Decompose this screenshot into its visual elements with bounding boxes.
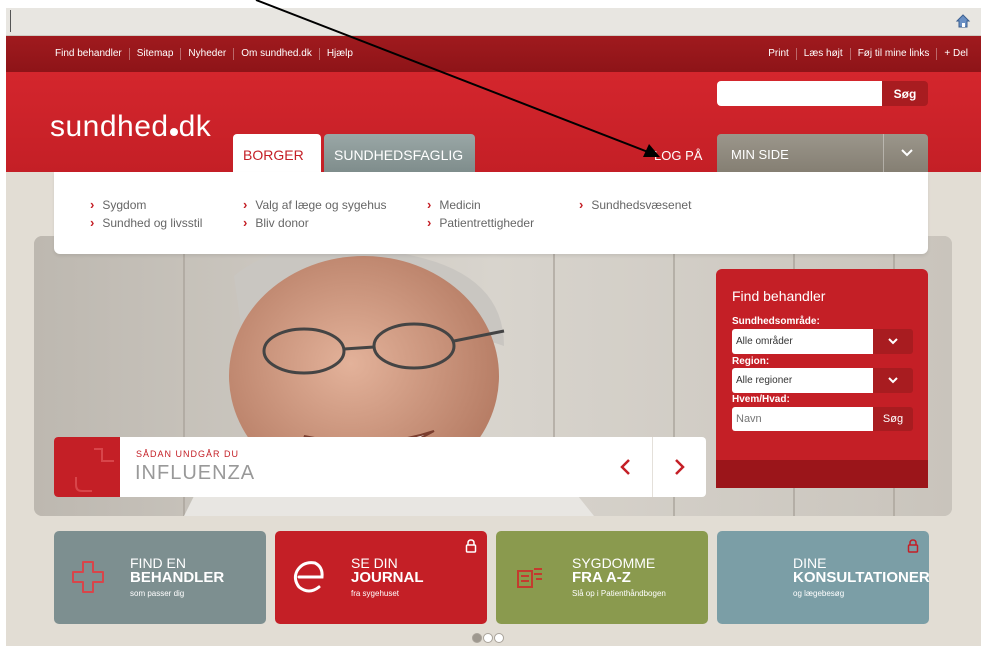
cross-outline-icon xyxy=(72,561,104,593)
region-label: Region: xyxy=(732,356,770,367)
who-label: Hvem/Hvad: xyxy=(732,394,790,405)
tile-sygdomme[interactable]: SYGDOMME FRA A-Z Slå op i Patienthåndbog… xyxy=(496,531,708,624)
area-select-value: Alle områder xyxy=(732,329,873,354)
region-select-value: Alle regioner xyxy=(732,368,873,393)
top-link-bar: Find behandler Sitemap Nyheder Om sundhe… xyxy=(6,36,981,72)
carousel-dots xyxy=(472,633,504,643)
banner-kicker: SÅDAN UNDGÅR DU xyxy=(136,449,240,459)
name-search: Søg xyxy=(732,407,913,431)
tile-line-1: DINE xyxy=(793,555,827,571)
chevron-down-icon xyxy=(888,377,898,384)
topbar-print[interactable]: Print xyxy=(761,48,797,60)
area-label: Sundhedsområde: xyxy=(732,316,820,327)
tile-line-1: SE DIN xyxy=(351,555,398,571)
subnav-link-sundhedsvaesenet[interactable]: Sundhedsvæsenet xyxy=(579,196,691,214)
topbar-om[interactable]: Om sundhed.dk xyxy=(234,48,320,60)
area-select[interactable]: Alle områder xyxy=(732,329,913,354)
lock-icon xyxy=(465,539,477,553)
carousel-dot[interactable] xyxy=(472,633,482,643)
cursor-bar xyxy=(10,10,11,32)
lock-icon xyxy=(907,539,919,553)
search-button[interactable]: Søg xyxy=(882,81,928,106)
site-logo[interactable]: sundhed dk xyxy=(50,110,211,144)
tile-line-1: FIND EN xyxy=(130,555,186,571)
topbar-nyheder[interactable]: Nyheder xyxy=(181,48,235,60)
chevron-down-icon xyxy=(888,338,898,345)
finder-search-button[interactable]: Søg xyxy=(873,407,913,431)
home-icon[interactable] xyxy=(955,13,971,29)
tile-line-3: og lægebesøg xyxy=(793,589,845,598)
min-side-label: MIN SIDE xyxy=(731,147,789,162)
tile-line-2: KONSULTATIONER xyxy=(793,569,929,586)
tile-konsultationer[interactable]: DINE KONSULTATIONER og lægebesøg xyxy=(717,531,929,624)
tile-line-3: fra sygehuset xyxy=(351,589,400,598)
subnav-link-valg-laege[interactable]: Valg af læge og sygehus xyxy=(243,196,386,214)
finder-title: Find behandler xyxy=(732,288,826,304)
sub-navigation: Sygdom Sundhed og livsstil Valg af læge … xyxy=(54,172,928,254)
topbar-foej-links[interactable]: Føj til mine links xyxy=(851,48,938,60)
find-behandler-panel: Find behandler Sundhedsområde: Alle områ… xyxy=(716,269,928,488)
carousel-prev-button[interactable] xyxy=(598,437,652,497)
subnav-column-4: Sundhedsvæsenet xyxy=(579,196,691,214)
hero-banner[interactable]: SÅDAN UNDGÅR DU INFLUENZA xyxy=(54,437,706,497)
chevron-right-icon xyxy=(675,459,685,475)
subnav-link-patientrettigheder[interactable]: Patientrettigheder xyxy=(427,214,534,232)
subnav-link-sundhed-livsstil[interactable]: Sundhed og livsstil xyxy=(90,214,202,232)
tile-line-2: JOURNAL xyxy=(351,569,424,586)
cross-outline-icon xyxy=(75,448,114,492)
tile-find-behandler[interactable]: FIND EN BEHANDLER som passer dig xyxy=(54,531,266,624)
subnav-column-3: Medicin Patientrettigheder xyxy=(427,196,534,232)
tab-sundhedsfaglig[interactable]: SUNDHEDSFAGLIG xyxy=(324,134,475,172)
tab-borger[interactable]: BORGER xyxy=(233,134,321,172)
topbar-find-behandler[interactable]: Find behandler xyxy=(48,48,130,60)
banner-accent xyxy=(54,437,120,497)
tile-line-3: Slå op i Patienthåndbogen xyxy=(572,589,666,598)
subnav-link-sygdom[interactable]: Sygdom xyxy=(90,196,202,214)
topbar-hjaelp[interactable]: Hjælp xyxy=(320,48,360,60)
subnav-column-2: Valg af læge og sygehus Bliv donor xyxy=(243,196,387,232)
name-input[interactable] xyxy=(732,407,873,431)
browser-toolbar xyxy=(6,8,981,36)
topbar-del[interactable]: + Del xyxy=(937,48,975,60)
e-journal-icon xyxy=(293,561,324,593)
book-icon xyxy=(517,568,542,588)
subnav-link-medicin[interactable]: Medicin xyxy=(427,196,534,214)
search-input[interactable] xyxy=(717,81,883,106)
subnav-column-1: Sygdom Sundhed og livsstil xyxy=(90,196,202,232)
tile-se-journal[interactable]: SE DIN JOURNAL fra sygehuset xyxy=(275,531,487,624)
min-side-button[interactable]: MIN SIDE xyxy=(717,134,928,172)
topbar-sitemap[interactable]: Sitemap xyxy=(130,48,182,60)
topbar-laes-hoejt[interactable]: Læs højt xyxy=(797,48,851,60)
chevron-left-icon xyxy=(620,459,630,475)
page: Find behandler Sitemap Nyheder Om sundhe… xyxy=(0,0,987,646)
divider xyxy=(883,134,884,172)
chevron-down-icon xyxy=(901,149,913,157)
area-select-toggle[interactable] xyxy=(873,329,913,354)
tile-line-3: som passer dig xyxy=(130,589,185,598)
site-header: sundhed dk Søg BORGER SUNDHEDSFAGLIG LOG … xyxy=(6,72,981,172)
tile-line-2: FRA A-Z xyxy=(572,569,631,586)
subnav-link-bliv-donor[interactable]: Bliv donor xyxy=(243,214,387,232)
region-select[interactable]: Alle regioner xyxy=(732,368,913,393)
tile-line-2: BEHANDLER xyxy=(130,569,225,586)
search-form: Søg xyxy=(717,81,928,106)
banner-title[interactable]: INFLUENZA xyxy=(135,462,255,485)
main-content: Sygdom Sundhed og livsstil Valg af læge … xyxy=(6,172,981,646)
carousel-dot[interactable] xyxy=(494,633,504,643)
carousel-next-button[interactable] xyxy=(652,437,706,497)
tile-line-1: SYGDOMME xyxy=(572,555,656,571)
carousel-dot[interactable] xyxy=(483,633,493,643)
region-select-toggle[interactable] xyxy=(873,368,913,393)
finder-footer xyxy=(716,460,928,488)
login-link[interactable]: LOG PÅ xyxy=(654,148,702,163)
